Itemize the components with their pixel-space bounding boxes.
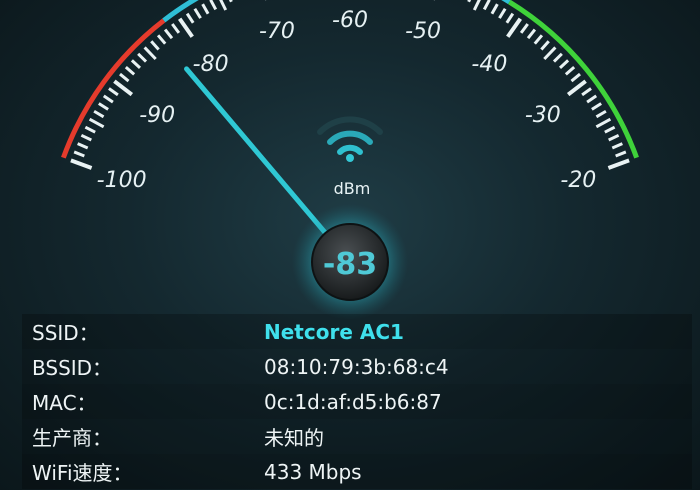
tick-label: -70 xyxy=(259,19,295,44)
bssid-row: BSSID： 08:10:79:3b:68:c4 xyxy=(22,349,692,384)
minor-tick xyxy=(124,66,136,76)
major-tick xyxy=(607,158,630,170)
tick-label: -90 xyxy=(139,103,175,128)
minor-tick xyxy=(185,12,195,24)
minor-tick xyxy=(102,94,114,104)
minor-tick xyxy=(163,28,174,40)
wifi-speed-row: WiFi速度： 433 Mbps xyxy=(22,454,692,489)
minor-tick xyxy=(98,102,109,111)
minor-tick xyxy=(482,0,491,11)
major-tick xyxy=(506,17,522,38)
minor-tick xyxy=(88,117,105,129)
bssid-label: BSSID： xyxy=(32,356,113,380)
mac-value: 0c:1d:af:d5:b6:87 xyxy=(264,389,442,414)
tick-label: -100 xyxy=(97,168,147,193)
minor-tick xyxy=(591,102,602,111)
minor-tick xyxy=(586,94,598,104)
signal-gauge: -100 -90 -80 -70 -60 -50 -40 -30 -20 dBm -83 xyxy=(61,0,639,320)
minor-tick xyxy=(156,34,167,45)
minor-tick xyxy=(564,66,576,76)
tick-label: -30 xyxy=(525,103,561,128)
ssid-label: SSID： xyxy=(32,321,99,345)
minor-tick xyxy=(604,125,616,134)
arc-low-segment xyxy=(61,18,166,159)
vendor-label: 生产商： xyxy=(32,426,112,450)
minor-tick xyxy=(143,46,157,61)
minor-tick xyxy=(209,0,218,11)
tick-label: -20 xyxy=(560,168,596,193)
minor-tick xyxy=(137,52,148,63)
wifi-icon xyxy=(317,116,383,162)
current-signal-value: -83 xyxy=(323,247,377,282)
vendor-row: 生产商： 未知的 xyxy=(22,419,692,454)
vendor-value: 未知的 xyxy=(264,426,324,450)
minor-tick xyxy=(595,109,607,119)
minor-tick xyxy=(526,28,537,40)
minor-tick xyxy=(73,150,85,158)
major-tick xyxy=(178,17,194,38)
minor-tick xyxy=(472,0,481,11)
wifi-speed-value: 433 Mbps xyxy=(264,459,362,484)
wifi-info-panel: SSID： Netcore AC1 BSSID： 08:10:79:3b:68:… xyxy=(22,314,692,489)
minor-tick xyxy=(615,150,627,158)
minor-tick xyxy=(540,40,550,51)
unit-label: dBm xyxy=(334,179,371,198)
minor-tick xyxy=(505,12,515,24)
mac-row: MAC： 0c:1d:af:d5:b6:87 xyxy=(22,384,692,419)
minor-tick xyxy=(570,72,581,83)
minor-tick xyxy=(84,125,96,134)
minor-tick xyxy=(581,87,592,97)
minor-tick xyxy=(80,133,92,142)
minor-tick xyxy=(595,117,612,129)
tick-label: -40 xyxy=(471,52,507,77)
minor-tick xyxy=(519,23,529,34)
minor-tick xyxy=(93,109,105,119)
minor-tick xyxy=(490,3,499,15)
minor-tick xyxy=(608,133,620,142)
ssid-row: SSID： Netcore AC1 xyxy=(22,314,692,349)
minor-tick xyxy=(119,72,130,83)
minor-tick xyxy=(611,142,623,150)
tick-label: -60 xyxy=(332,8,368,33)
wifi-speed-label: WiFi速度： xyxy=(32,461,133,485)
minor-tick xyxy=(558,59,570,69)
minor-tick xyxy=(467,0,472,3)
ssid-value: Netcore AC1 xyxy=(264,319,404,344)
bssid-value: 08:10:79:3b:68:c4 xyxy=(264,354,449,379)
tick-label: -80 xyxy=(193,52,229,77)
minor-tick xyxy=(171,23,181,34)
major-tick xyxy=(70,158,93,170)
minor-tick xyxy=(130,59,142,69)
minor-tick xyxy=(543,46,557,61)
minor-tick xyxy=(108,87,119,97)
minor-tick xyxy=(77,142,89,150)
minor-tick xyxy=(533,34,544,45)
minor-tick xyxy=(219,0,228,11)
mac-label: MAC： xyxy=(32,391,97,415)
minor-tick xyxy=(150,40,160,51)
minor-tick xyxy=(498,7,507,19)
minor-tick xyxy=(228,0,233,3)
tick-label: -50 xyxy=(405,19,441,44)
minor-tick xyxy=(552,52,563,63)
minor-tick xyxy=(201,3,210,15)
minor-tick xyxy=(193,7,202,19)
